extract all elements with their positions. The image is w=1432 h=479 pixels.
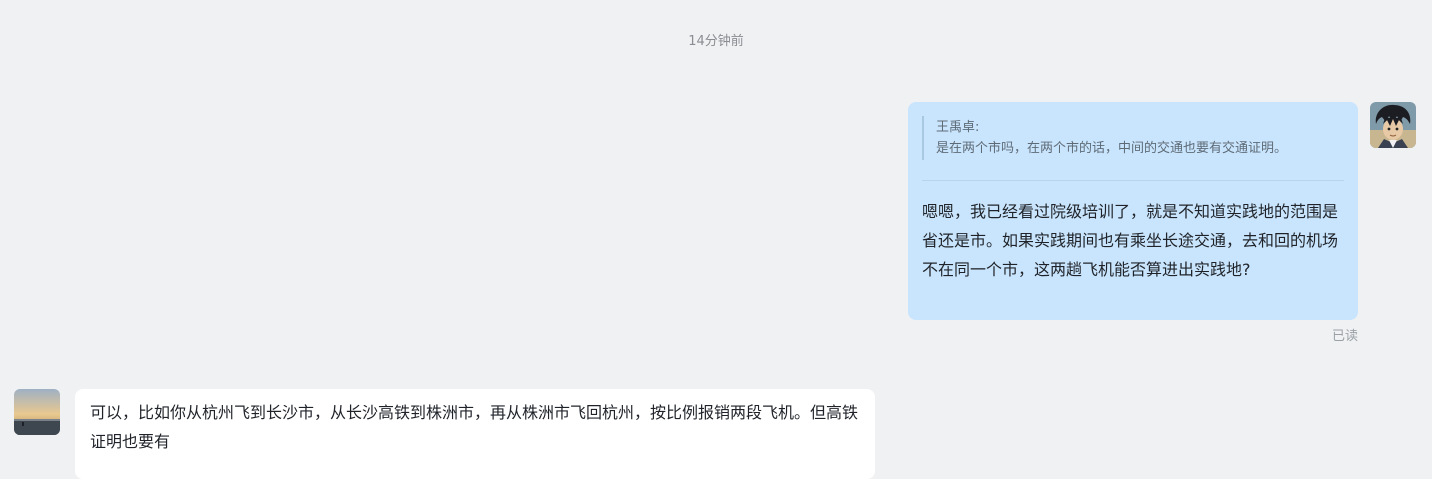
avatar-image [1370,102,1416,148]
message-timestamp: 14分钟前 [688,34,744,49]
incoming-message-bubble[interactable]: 可以，比如你从杭州飞到长沙市，从长沙高铁到株洲市，再从株洲市飞回杭州，按比例报销… [75,389,875,479]
quote-divider [922,180,1344,181]
incoming-message-text: 可以，比如你从杭州飞到长沙市，从长沙高铁到株洲市，再从株洲市飞回杭州，按比例报销… [90,403,859,451]
quoted-reply[interactable]: 王禹卓: 是在两个市吗，在两个市的话，中间的交通也要有交通证明。 [922,116,1342,160]
outgoing-message-text: 嗯嗯，我已经看过院级培训了，就是不知道实践地的范围是省还是市。如果实践期间也有乘… [922,202,1339,279]
my-avatar[interactable] [1370,102,1416,148]
quoted-author: 王禹卓: [936,120,980,135]
avatar-image [14,389,60,435]
chat-message-area: 14分钟前 王禹卓: 是在两个市吗，在两个市的话，中间的交通也要有交通证明。 嗯… [0,0,1432,479]
outgoing-message-bubble[interactable]: 王禹卓: 是在两个市吗，在两个市的话，中间的交通也要有交通证明。 嗯嗯，我已经看… [908,102,1358,320]
contact-avatar[interactable] [14,389,60,435]
quoted-text: 是在两个市吗，在两个市的话，中间的交通也要有交通证明。 [936,141,1288,156]
read-status: 已读 [1331,329,1358,344]
